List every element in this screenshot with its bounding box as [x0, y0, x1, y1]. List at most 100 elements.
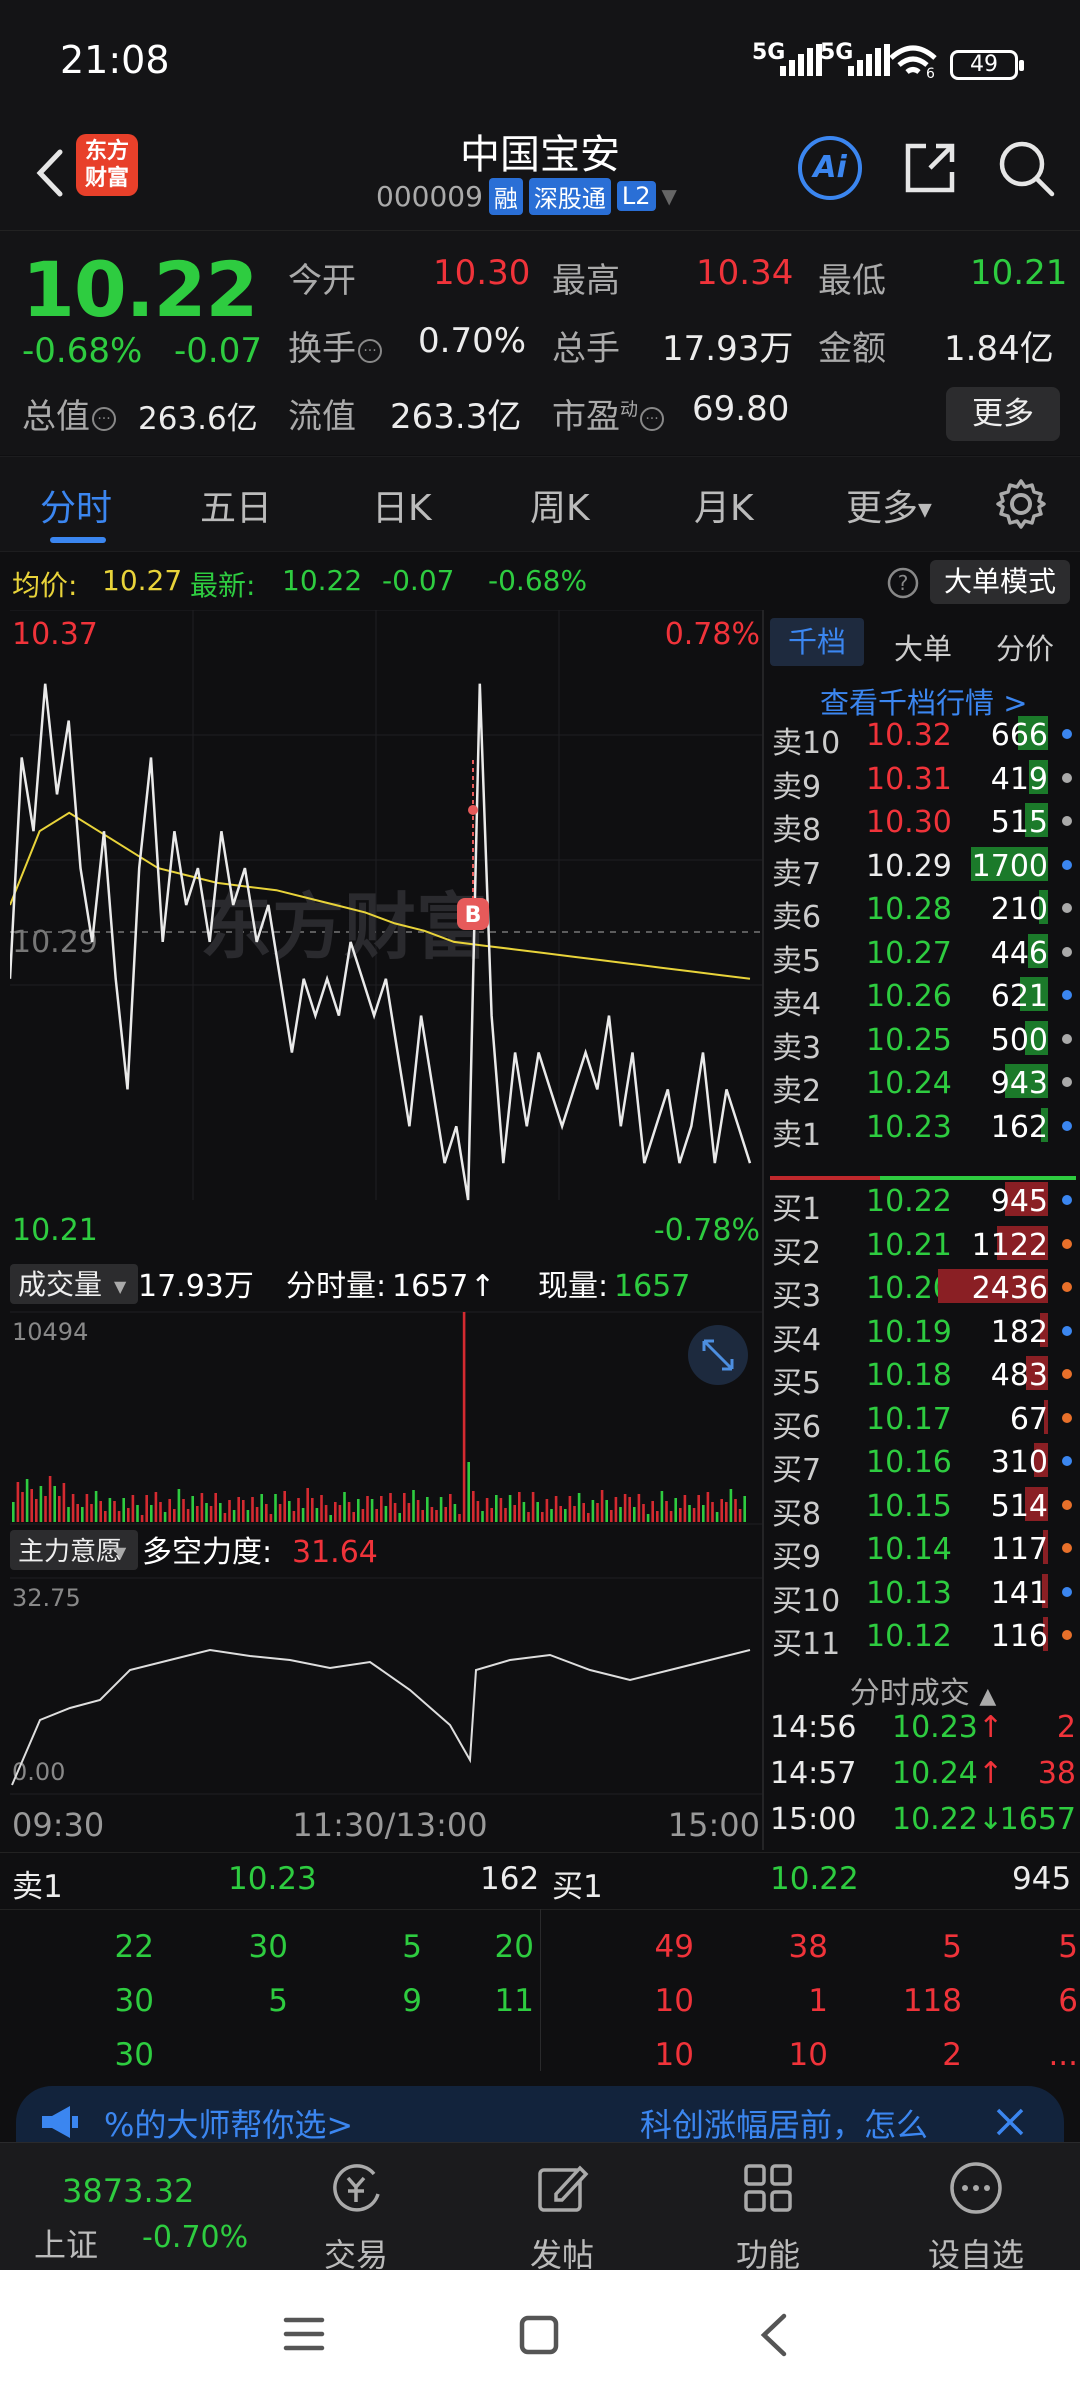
- close-icon[interactable]: [992, 2104, 1028, 2140]
- volume-bar: [251, 1497, 254, 1522]
- mcap-label[interactable]: 总值 ···: [22, 389, 116, 438]
- bid-row[interactable]: 买1 10.22 945: [770, 1180, 1076, 1227]
- volume-bar: [577, 1493, 581, 1522]
- volume-bar: [182, 1499, 185, 1522]
- tab-depth[interactable]: 千档: [770, 618, 865, 666]
- volume-bar: [311, 1498, 314, 1522]
- intraday-chart[interactable]: 东方财富 10.37 10.29 10.21 0.78% -0.78% B 成交…: [10, 610, 762, 1850]
- ask-row[interactable]: 卖8 10.30 515: [770, 801, 1076, 848]
- bid-row[interactable]: 买4 10.19 182: [770, 1311, 1076, 1358]
- ask-row[interactable]: 卖4 10.26 621: [770, 975, 1076, 1022]
- queue-buy-cell: 10: [654, 2037, 694, 2073]
- bid-row[interactable]: 买7 10.16 310: [770, 1441, 1076, 1488]
- tab-weekly[interactable]: 周K: [530, 479, 590, 531]
- index-name: 上证: [34, 2226, 99, 2264]
- order-dot: [1062, 1630, 1072, 1640]
- bid-row[interactable]: 买5 10.18 483: [770, 1354, 1076, 1401]
- turnover-label[interactable]: 换手 ···: [288, 321, 382, 370]
- ask-row[interactable]: 卖2 10.24 943: [770, 1062, 1076, 1109]
- indicator-min-label: 0.00: [12, 1758, 65, 1786]
- edit-icon: [538, 2165, 589, 2212]
- queue-buy-cell: 10: [788, 2037, 828, 2073]
- ask-label: 卖9: [772, 769, 822, 805]
- ask-price: 10.27: [866, 935, 952, 971]
- bid-label: 买7: [772, 1453, 822, 1488]
- ask-volume: 446: [990, 935, 1048, 971]
- bid-label: 买6: [772, 1409, 822, 1445]
- share-icon[interactable]: [898, 136, 962, 200]
- stock-subline[interactable]: 000009 融 深股通 L2 ▼: [376, 176, 677, 216]
- ask-row[interactable]: 卖3 10.25 500: [770, 1019, 1076, 1066]
- y-min-label: 10.21: [12, 1213, 98, 1248]
- volume-bar: [591, 1500, 595, 1522]
- volume-bar: [665, 1501, 668, 1522]
- tab-big-order[interactable]: 大单: [894, 626, 952, 668]
- tab-intraday[interactable]: 分时: [40, 479, 112, 531]
- bid-row[interactable]: 买9 10.14 117: [770, 1528, 1076, 1575]
- volume-bar: [462, 1312, 466, 1522]
- bid-row[interactable]: 买2 10.21 1122: [770, 1224, 1076, 1271]
- volume-bar: [398, 1513, 401, 1522]
- queue-sell-cell: 11: [494, 1983, 534, 2019]
- order-dot: [1062, 1369, 1072, 1379]
- bid-price: 10.18: [866, 1358, 952, 1393]
- volume-bar: [90, 1504, 93, 1522]
- ai-button[interactable]: Ai: [798, 136, 862, 200]
- bid-row[interactable]: 买8 10.15 514: [770, 1485, 1076, 1532]
- ask-row[interactable]: 卖7 10.29 1700: [770, 845, 1076, 892]
- back-nav-icon[interactable]: [754, 2312, 794, 2358]
- tab-more[interactable]: 更多▼: [846, 479, 932, 531]
- volume-bar: [725, 1502, 728, 1522]
- search-icon[interactable]: [994, 136, 1058, 200]
- more-button[interactable]: 更多: [946, 387, 1060, 441]
- trade-price: 10.24: [892, 1756, 978, 1791]
- time-end-label: 15:00: [668, 1806, 760, 1844]
- tab-monthly[interactable]: 月K: [694, 479, 754, 531]
- volume-bar: [711, 1502, 714, 1522]
- bid-row[interactable]: 买10 10.13 141: [770, 1572, 1076, 1619]
- volume-bar: [559, 1506, 562, 1522]
- help-icon[interactable]: ?: [886, 566, 920, 600]
- index-ticker[interactable]: 3873.32 上证 -0.70%: [10, 2144, 248, 2270]
- volume-bar: [255, 1507, 259, 1522]
- ask-row[interactable]: 卖6 10.28 210: [770, 888, 1076, 935]
- volume-bar: [265, 1504, 268, 1522]
- volume-bar: [513, 1505, 516, 1522]
- pe-label-text: 市盈: [552, 397, 620, 437]
- volume-bar: [117, 1511, 121, 1522]
- ask-row[interactable]: 卖9 10.31 419: [770, 758, 1076, 805]
- tab-5day[interactable]: 五日: [200, 479, 272, 531]
- volume-label: 成交量: [18, 1268, 102, 1301]
- pe-value: 69.80: [692, 389, 790, 429]
- volume-bar: [108, 1498, 112, 1522]
- menu-icon[interactable]: [282, 2314, 326, 2354]
- ask-volume: 162: [990, 1109, 1048, 1145]
- tab-underline: [50, 537, 106, 543]
- trade-time: 14:57: [770, 1756, 857, 1791]
- volume-bar: [35, 1499, 38, 1522]
- big-order-mode-button[interactable]: 大单模式: [930, 560, 1070, 604]
- queue-buy-label: 买1: [552, 1869, 603, 1905]
- volume-bar: [642, 1504, 645, 1522]
- volume-bar: [122, 1498, 125, 1522]
- bid-volume: 67: [1009, 1401, 1048, 1437]
- tab-price-dist[interactable]: 分价: [996, 626, 1054, 668]
- volume-bar: [582, 1503, 585, 1522]
- settings-gear-icon[interactable]: [994, 477, 1048, 531]
- volume-bar: [352, 1512, 355, 1522]
- volume-bar: [702, 1505, 705, 1522]
- volume-bar: [720, 1499, 723, 1522]
- ask-row[interactable]: 卖1 10.23 162: [770, 1106, 1076, 1153]
- ask-row[interactable]: 卖5 10.27 446: [770, 932, 1076, 979]
- tab-daily[interactable]: 日K: [372, 479, 432, 531]
- bid-row[interactable]: 买3 10.20 2436: [770, 1267, 1076, 1314]
- order-dot: [1062, 1120, 1072, 1131]
- index-pct: -0.70%: [142, 2220, 249, 2255]
- volume-bar: [426, 1497, 429, 1522]
- bid-row[interactable]: 买11 10.12 116: [770, 1615, 1076, 1662]
- bid-row[interactable]: 买6 10.17 67: [770, 1398, 1076, 1445]
- ask-row[interactable]: 卖10 10.32 666: [770, 714, 1076, 761]
- pe-label[interactable]: 市盈动 ···: [552, 389, 664, 438]
- svg-text:?: ?: [898, 571, 909, 595]
- home-icon[interactable]: [518, 2314, 560, 2356]
